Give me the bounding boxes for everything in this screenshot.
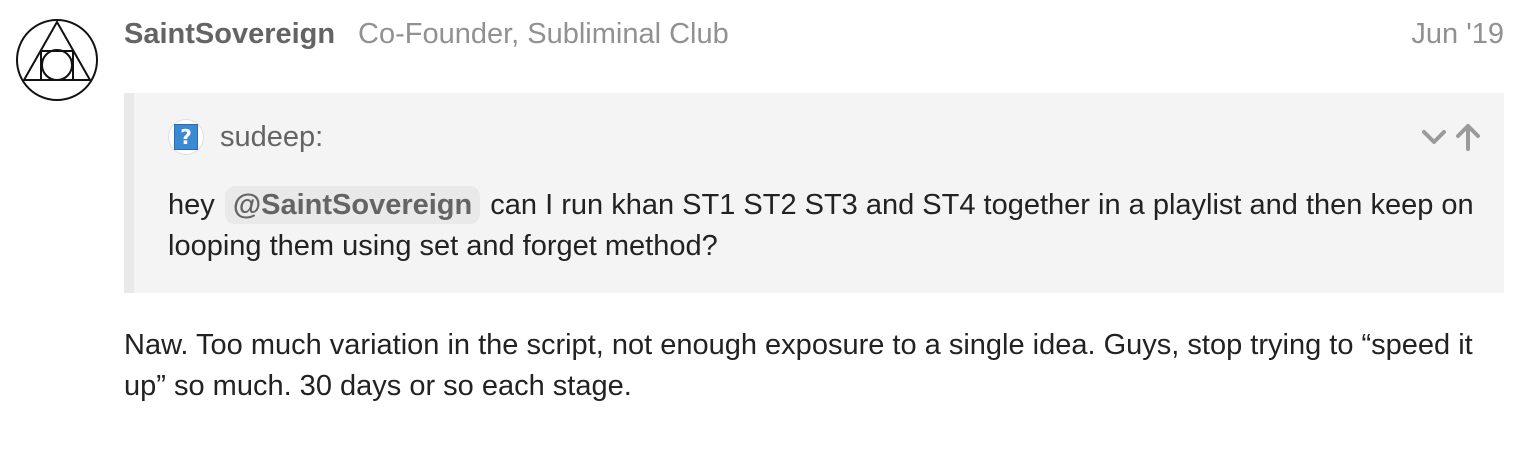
question-mark-avatar-icon: ? bbox=[174, 124, 198, 150]
post-date-link[interactable]: Jun '19 bbox=[1411, 18, 1504, 51]
triangle-circle-emblem-icon bbox=[16, 19, 98, 101]
quote-controls bbox=[1420, 119, 1482, 155]
username-link[interactable]: SaintSovereign bbox=[124, 18, 335, 51]
quote-block: ? sudeep: hey @SaintSovereign can I run … bbox=[124, 93, 1504, 293]
post-meta: SaintSovereign Co-Founder, Subliminal Cl… bbox=[124, 14, 1504, 54]
mention-link[interactable]: @SaintSovereign bbox=[224, 186, 481, 224]
post-body-text: Naw. Too much variation in the script, n… bbox=[124, 329, 1473, 402]
user-avatar[interactable] bbox=[15, 18, 99, 102]
arrow-up-icon[interactable] bbox=[1454, 121, 1482, 153]
user-title: Co-Founder, Subliminal Club bbox=[358, 18, 729, 50]
quote-text-before: hey bbox=[168, 189, 215, 221]
chevron-down-icon[interactable] bbox=[1420, 121, 1448, 153]
forum-post: SaintSovereign Co-Founder, Subliminal Cl… bbox=[0, 0, 1522, 456]
quote-avatar: ? bbox=[168, 119, 204, 155]
quote-author: sudeep: bbox=[220, 121, 324, 153]
quote-text: hey @SaintSovereign can I run khan ST1 S… bbox=[168, 185, 1478, 267]
